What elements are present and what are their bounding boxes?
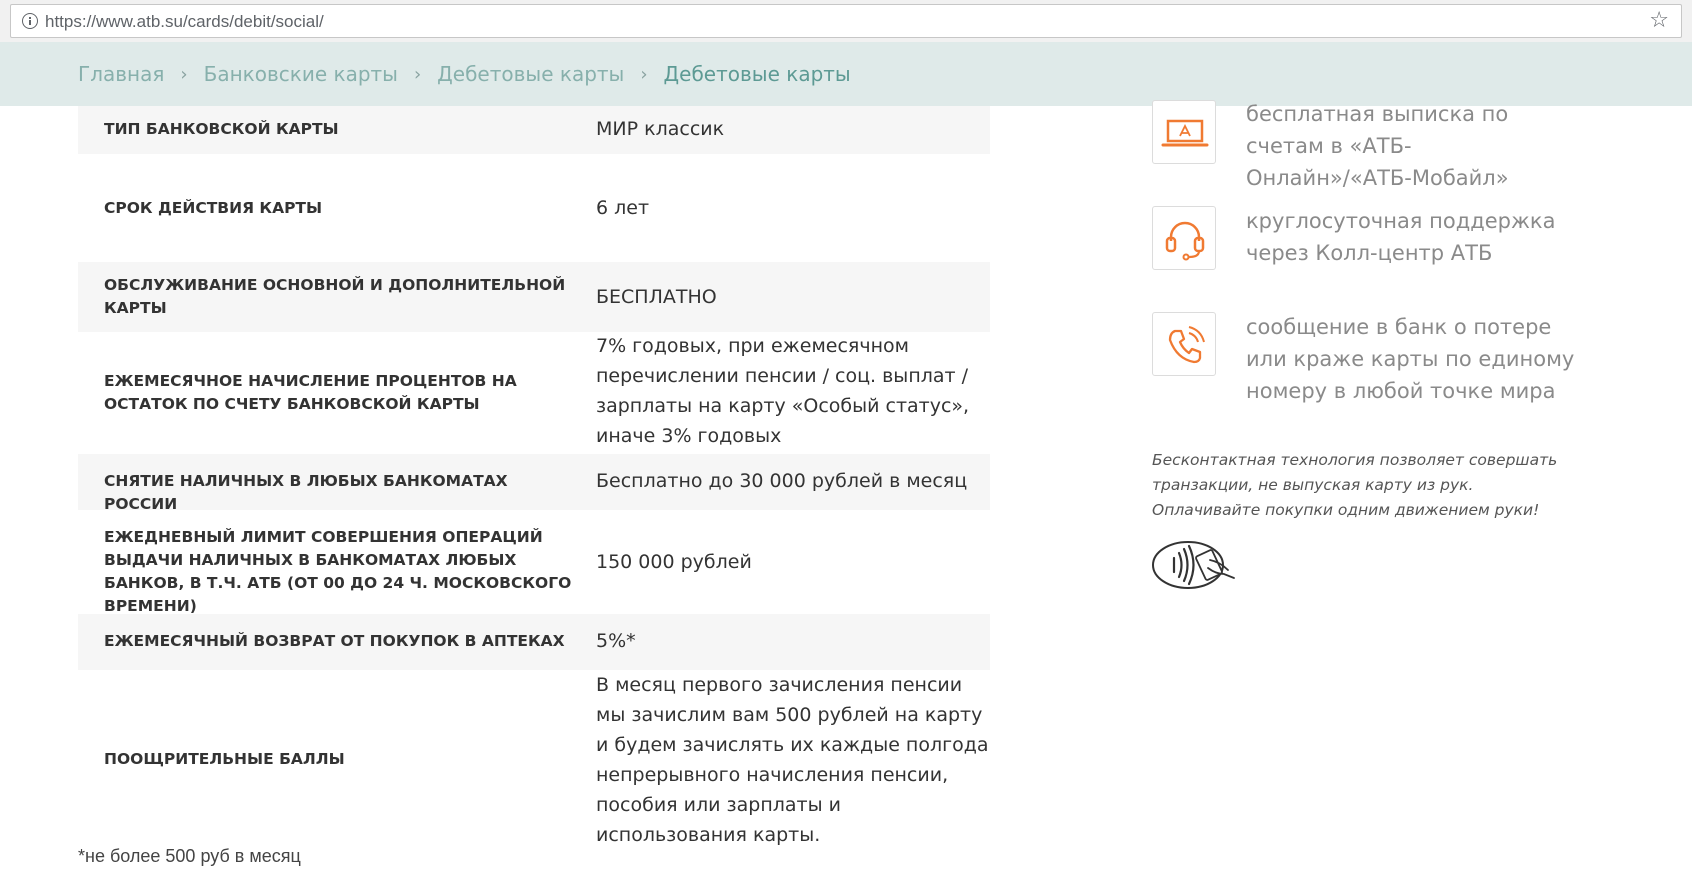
feature-text-statement: бесплатная выписка по счетам в «АТБ-Онла…: [1246, 102, 1509, 190]
row-value: БЕСПЛАТНО: [596, 286, 717, 308]
row-label: ЕЖЕМЕСЯЧНЫЙ ВОЗВРАТ ОТ ПОКУПОК В АПТЕКАХ: [104, 632, 565, 650]
browser-address-bar: https://www.atb.su/cards/debit/social/ ☆: [0, 0, 1692, 42]
star-icon[interactable]: ☆: [1649, 8, 1669, 34]
contactless-payment-icon: [1150, 538, 1240, 597]
breadcrumb-home[interactable]: Главная: [78, 62, 164, 86]
laptop-icon-box: [1152, 100, 1216, 164]
phone-icon-box: [1152, 312, 1216, 376]
row-label: ТИП БАНКОВСКОЙ КАРТЫ: [104, 120, 339, 138]
row-label: ПООЩРИТЕЛЬНЫЕ БАЛЛЫ: [104, 750, 345, 768]
table-row: ОБСЛУЖИВАНИЕ ОСНОВНОЙ И ДОПОЛНИТЕЛЬНОЙ К…: [78, 262, 990, 332]
breadcrumb-separator: ›: [180, 63, 188, 85]
breadcrumb-bar: Главная › Банковские карты › Дебетовые к…: [0, 42, 1692, 106]
row-value: Бесплатно до 30 000 рублей в месяц: [596, 470, 968, 492]
row-label: СРОК ДЕЙСТВИЯ КАРТЫ: [104, 199, 323, 217]
headset-icon-box: [1152, 206, 1216, 270]
row-label: ЕЖЕДНЕВНЫЙ ЛИМИТ СОВЕРШЕНИЯ ОПЕРАЦИЙ ВЫД…: [104, 528, 572, 615]
row-value: В месяц первого зачисления пенсии мы зач…: [596, 674, 989, 846]
contactless-description: Бесконтактная технология позволяет совер…: [1152, 451, 1558, 519]
laptop-icon: [1161, 119, 1209, 147]
phone-icon: [1168, 326, 1205, 364]
info-circle-icon[interactable]: [22, 13, 38, 29]
footnote: *не более 500 руб в месяц: [78, 846, 301, 866]
breadcrumb-separator: ›: [640, 63, 648, 85]
table-row: СНЯТИЕ НАЛИЧНЫХ В ЛЮБЫХ БАНКОМАТАХ РОССИ…: [78, 454, 990, 513]
table-row: ЕЖЕДНЕВНЫЙ ЛИМИТ СОВЕРШЕНИЯ ОПЕРАЦИЙ ВЫД…: [78, 510, 990, 615]
feature-text-support: круглосуточная поддержка через Колл-цент…: [1246, 209, 1556, 265]
url-text[interactable]: https://www.atb.su/cards/debit/social/: [45, 12, 324, 32]
row-value: 150 000 рублей: [596, 551, 752, 573]
breadcrumb: Главная › Банковские карты › Дебетовые к…: [78, 42, 851, 106]
table-row: ЕЖЕМЕСЯЧНЫЙ ВОЗВРАТ ОТ ПОКУПОК В АПТЕКАХ…: [78, 614, 990, 670]
headset-icon: [1165, 221, 1205, 261]
url-field[interactable]: https://www.atb.su/cards/debit/social/ ☆: [10, 4, 1682, 38]
breadcrumb-debit-cards[interactable]: Дебетовые карты: [437, 62, 624, 86]
row-label: ОБСЛУЖИВАНИЕ ОСНОВНОЙ И ДОПОЛНИТЕЛЬНОЙ К…: [104, 276, 566, 317]
row-value: 7% годовых, при ежемесячном перечислении…: [596, 335, 970, 447]
table-row: СРОК ДЕЙСТВИЯ КАРТЫ 6 лет: [78, 154, 990, 262]
table-row: ЕЖЕМЕСЯЧНОЕ НАЧИСЛЕНИЕ ПРОЦЕНТОВ НА ОСТА…: [78, 332, 990, 454]
table-row: ПООЩРИТЕЛЬНЫЕ БАЛЛЫ В месяц первого зачи…: [78, 670, 990, 846]
row-value: 6 лет: [596, 197, 650, 219]
row-value: 5%*: [596, 630, 636, 652]
row-value: МИР классик: [596, 118, 725, 140]
row-label: ЕЖЕМЕСЯЧНОЕ НАЧИСЛЕНИЕ ПРОЦЕНТОВ НА ОСТА…: [104, 372, 517, 413]
breadcrumb-current: Дебетовые карты: [663, 62, 851, 86]
feature-text-lost-card: сообщение в банк о потере или краже карт…: [1246, 315, 1575, 403]
breadcrumb-separator: ›: [413, 63, 422, 85]
breadcrumb-bank-cards[interactable]: Банковские карты: [204, 62, 398, 86]
table-row: ТИП БАНКОВСКОЙ КАРТЫ МИР классик: [78, 106, 990, 154]
